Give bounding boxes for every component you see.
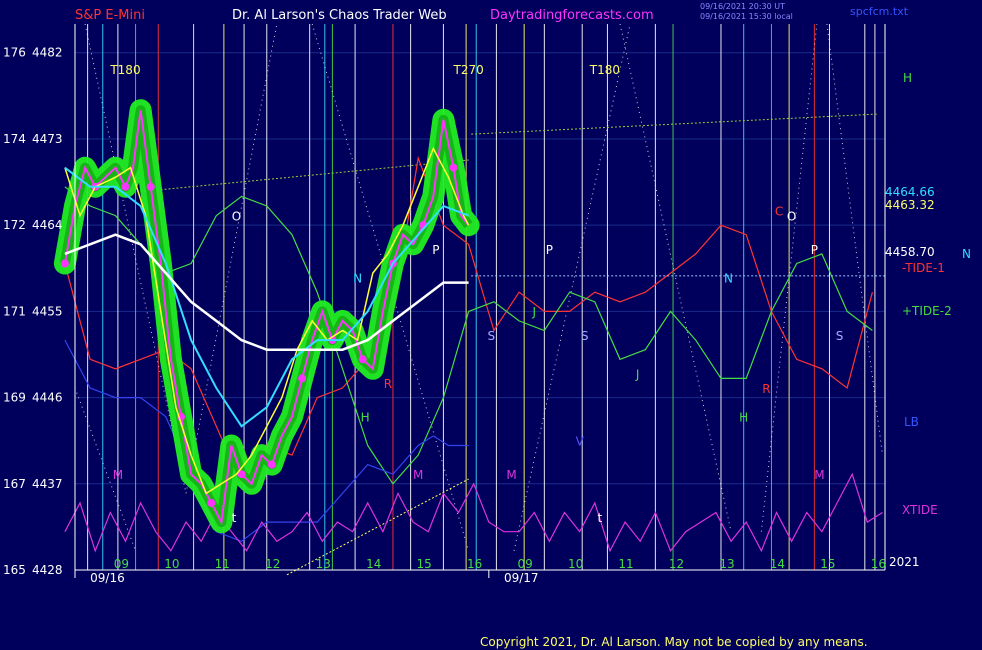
y-label-scale: 169 [3, 391, 26, 405]
x-hour-label: 14 [770, 557, 785, 571]
annotation-letter: J [531, 305, 536, 319]
y-label-price: 4428 [32, 563, 63, 577]
x-hour-label: 15 [820, 557, 835, 571]
annotation-letter: J [635, 367, 640, 381]
annotation-letter: R [384, 377, 392, 391]
annotation-letter: M [506, 468, 516, 482]
x-hour-label: 13 [719, 557, 734, 571]
annotation-letter: S [836, 329, 844, 343]
right-series-label: XTIDE [902, 503, 938, 517]
x-date-label: 09/16 [90, 571, 125, 585]
timestamp-ut: 09/16/2021 20:30 UT [700, 2, 785, 11]
x-hour-label: 16 [871, 557, 886, 571]
x-hour-label: 12 [265, 557, 280, 571]
annotation-letter: t [598, 511, 603, 525]
y-label-price: 4482 [32, 46, 63, 60]
top-marker: T180 [109, 63, 140, 77]
annotation-letter: H [361, 411, 370, 425]
annotation-letter: S [488, 329, 496, 343]
y-label-scale: 172 [3, 218, 26, 232]
year-label: 2021 [889, 555, 920, 569]
annotation-letter: P [546, 243, 553, 257]
x-hour-label: 13 [316, 557, 331, 571]
y-label-scale: 165 [3, 563, 26, 577]
x-hour-label: 15 [417, 557, 432, 571]
price-dot [267, 460, 276, 469]
right-series-label: N [962, 247, 971, 261]
price-dot [358, 355, 367, 364]
price-dot [121, 182, 130, 191]
x-hour-label: 16 [467, 557, 482, 571]
x-date-label: 09/17 [504, 571, 539, 585]
y-label-price: 4446 [32, 391, 63, 405]
y-label-scale: 176 [3, 46, 26, 60]
annotation-letter: M [413, 468, 423, 482]
annotation-letter: M [113, 468, 123, 482]
annotation-letter: N [353, 272, 362, 286]
y-label-scale: 174 [3, 132, 26, 146]
price-dot [146, 182, 155, 191]
y-label-price: 4437 [32, 477, 63, 491]
annotation-letter: P [811, 243, 818, 257]
x-hour-label: 14 [366, 557, 381, 571]
x-hour-label: 12 [669, 557, 684, 571]
y-label-scale: 171 [3, 304, 26, 318]
annotation-letter: O [787, 209, 796, 223]
x-hour-label: 11 [215, 557, 230, 571]
annotation-letter: C [775, 205, 783, 219]
price-dot [449, 163, 458, 172]
x-hour-label: 09 [517, 557, 532, 571]
right-series-label: LB [904, 415, 919, 429]
annotation-letter: V [576, 434, 585, 448]
right-level-label: 4458.70 [885, 245, 935, 259]
y-label-price: 4455 [32, 304, 63, 318]
right-level-label: 4464.66 [885, 185, 935, 199]
page-title: Dr. Al Larson's Chaos Trader Web [232, 8, 447, 23]
annotation-letter: S [581, 329, 589, 343]
price-dot [298, 374, 307, 383]
price-dot [207, 498, 216, 507]
right-series-label: H [903, 71, 912, 85]
annotation-letter: t [232, 511, 237, 525]
top-marker: T270 [453, 63, 484, 77]
site-link[interactable]: Daytradingforecasts.com [490, 8, 654, 23]
right-series-label: +TIDE-2 [902, 304, 952, 318]
data-file-name: spcfcm.txt [850, 5, 909, 18]
annotation-letter: R [762, 382, 770, 396]
chart-canvas: O O P P P N N S S S H H C J J R R V M M M Mt t 176 4482 174 4473 1… [0, 0, 982, 650]
annotation-letter: P [432, 243, 439, 257]
top-marker: T180 [589, 63, 620, 77]
instrument-title: S&P E-Mini [75, 8, 145, 23]
x-hour-label: 10 [164, 557, 179, 571]
price-dot [60, 259, 69, 268]
copyright-notice: Copyright 2021, Dr. Al Larson. May not b… [480, 635, 868, 649]
y-label-price: 4464 [32, 218, 63, 232]
plot-background [0, 0, 982, 650]
right-level-label: 4463.32 [885, 198, 935, 212]
annotation-letter: H [739, 411, 748, 425]
annotation-letter: O [232, 209, 241, 223]
right-series-label: -TIDE-1 [902, 261, 945, 275]
y-label-price: 4473 [32, 132, 63, 146]
y-label-scale: 167 [3, 477, 26, 491]
x-hour-label: 11 [618, 557, 633, 571]
x-hour-label: 10 [568, 557, 583, 571]
annotation-letter: M [814, 468, 824, 482]
annotation-letter: N [724, 272, 733, 286]
timestamp-local: 09/16/2021 15:30 local [700, 12, 793, 21]
x-hour-label: 09 [114, 557, 129, 571]
